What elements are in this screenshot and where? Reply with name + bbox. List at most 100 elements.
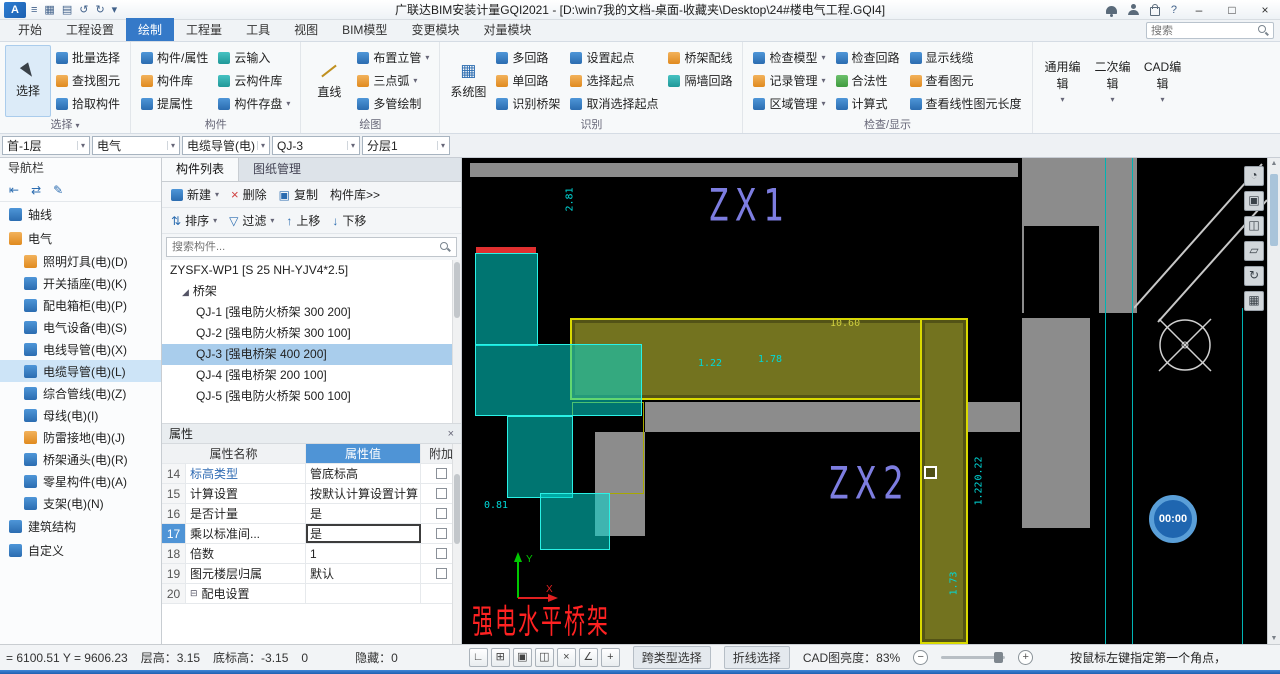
search-icon[interactable] xyxy=(1258,25,1269,36)
properties-scrollbar[interactable] xyxy=(452,444,461,644)
search-icon[interactable] xyxy=(440,241,451,253)
component-item-qj2[interactable]: QJ-2 [强电防火桥架 300 100] xyxy=(162,323,461,344)
tab-quantities[interactable]: 工程量 xyxy=(174,18,234,41)
pick-component-button[interactable]: 拾取构件 xyxy=(51,92,125,115)
scroll-down-icon[interactable]: ▼ xyxy=(1268,635,1280,642)
tray-wiring-button[interactable]: 桥架配线 xyxy=(663,46,737,69)
nav-item-electrical-equipment[interactable]: 电气设备(电)(S) xyxy=(0,316,161,338)
tab-project-settings[interactable]: 工程设置 xyxy=(54,18,126,41)
component-type-select[interactable]: 电缆导管(电) ▾ xyxy=(182,136,270,155)
tab-change-module[interactable]: 变更模块 xyxy=(399,18,471,41)
move-down-button[interactable]: ↓ 下移 xyxy=(328,210,370,231)
section-view-icon[interactable]: ◫ xyxy=(1244,216,1264,236)
rotate-view-icon[interactable]: ↻ xyxy=(1244,266,1264,286)
tab-bim-model[interactable]: BIM模型 xyxy=(330,18,399,41)
section-mode-icon[interactable]: ◫ xyxy=(534,648,554,667)
nav-item-integrated-pipeline[interactable]: 综合管线(电)(Z) xyxy=(0,382,161,404)
group-label-select[interactable]: 选择 ▾ xyxy=(0,118,130,133)
filter-button[interactable]: ▽ 过滤 ▾ xyxy=(225,210,278,231)
tab-tools[interactable]: 工具 xyxy=(234,18,282,41)
system-diagram-button[interactable]: ▦ 系统图 xyxy=(445,45,491,117)
general-edit-button[interactable]: 通用编辑 ▾ xyxy=(1038,45,1088,117)
line-button[interactable]: 直线 xyxy=(306,45,352,117)
close-icon[interactable]: × xyxy=(448,428,454,440)
ortho-mode-icon[interactable]: ∟ xyxy=(468,648,488,667)
nav-item-lighting[interactable]: 照明灯具(电)(D) xyxy=(0,250,161,272)
property-row[interactable]: 19 图元楼层归属 默认 xyxy=(162,564,461,584)
component-search-input[interactable] xyxy=(172,241,440,253)
scrollbar-thumb[interactable] xyxy=(1270,174,1278,246)
selected-element[interactable] xyxy=(475,253,538,346)
component-item-qj3[interactable]: QJ-3 [强电桥架 400 200] xyxy=(162,344,461,365)
selected-element[interactable] xyxy=(475,344,642,416)
property-row-selected[interactable]: 17 乘以标准间... 是 xyxy=(162,524,461,544)
attach-checkbox[interactable] xyxy=(435,508,447,519)
place-riser-button[interactable]: 布置立管 ▾ xyxy=(352,46,434,69)
layer-table-icon[interactable]: ▦ xyxy=(1244,291,1264,311)
point-snap-icon[interactable]: + xyxy=(600,648,620,667)
floor-select[interactable]: 首-1层 ▾ xyxy=(2,136,90,155)
nav-item-wire-conduit[interactable]: 电线导管(电)(X) xyxy=(0,338,161,360)
column-header-name[interactable]: 属性名称 xyxy=(162,444,306,463)
property-row[interactable]: 16 是否计量 是 xyxy=(162,504,461,524)
check-model-button[interactable]: 检查模型 ▾ xyxy=(748,46,830,69)
property-row[interactable]: 18 倍数 1 xyxy=(162,544,461,564)
selection-grip[interactable] xyxy=(924,466,937,479)
notification-bell-icon[interactable] xyxy=(1105,5,1117,17)
cloud-input-button[interactable]: 云输入 xyxy=(213,46,295,69)
component-search-box[interactable] xyxy=(166,237,457,257)
find-element-button[interactable]: 查找图元 xyxy=(51,69,125,92)
check-circuit-button[interactable]: 检查回路 xyxy=(831,46,905,69)
erase-mode-icon[interactable]: × xyxy=(556,648,576,667)
undo-icon[interactable]: ↺ xyxy=(79,3,88,16)
cable-tray-vertical[interactable] xyxy=(920,318,968,644)
view-cube-icon[interactable]: ▣ xyxy=(1244,191,1264,211)
tab-compare-module[interactable]: 对量模块 xyxy=(471,18,543,41)
view-linear-length-button[interactable]: 查看线性图元长度 xyxy=(905,92,1027,115)
collapse-icon[interactable]: ⊟ xyxy=(190,588,198,599)
nav-edit-icon[interactable]: ✎ xyxy=(53,183,63,197)
orbit-icon[interactable]: ◔ xyxy=(1244,166,1264,186)
polyline-select-button[interactable]: 折线选择 xyxy=(723,646,790,669)
property-row[interactable]: 14 标高类型 管底标高 xyxy=(162,464,461,484)
cancel-start-point-button[interactable]: 取消选择起点 xyxy=(565,92,663,115)
nav-item-lightning-grounding[interactable]: 防雷接地(电)(J) xyxy=(0,426,161,448)
app-logo[interactable]: A xyxy=(4,1,26,18)
select-button[interactable]: 选择 xyxy=(5,45,51,117)
qat-dropdown-icon[interactable]: ▾ xyxy=(112,3,118,16)
tab-drawing-management[interactable]: 图纸管理 xyxy=(239,158,315,181)
tab-component-list[interactable]: 构件列表 xyxy=(162,158,240,181)
multi-pipe-draw-button[interactable]: 多管绘制 xyxy=(352,92,434,115)
property-row[interactable]: 15 计算设置 按默认计算设置计算 xyxy=(162,484,461,504)
tab-start[interactable]: 开始 xyxy=(6,18,54,41)
nav-item-distribution-box[interactable]: 配电箱柜(电)(P) xyxy=(0,294,161,316)
nav-item-tray-fitting[interactable]: 桥架通头(电)(R) xyxy=(0,448,161,470)
tab-view[interactable]: 视图 xyxy=(282,18,330,41)
legality-button[interactable]: 合法性 xyxy=(831,69,905,92)
selected-element[interactable] xyxy=(507,416,573,498)
component-group-tray[interactable]: ◢ 桥架 xyxy=(162,281,461,302)
nav-item-support[interactable]: 支架(电)(N) xyxy=(0,492,161,514)
record-manage-button[interactable]: 记录管理 ▾ xyxy=(748,69,830,92)
minimize-button[interactable]: – xyxy=(1188,3,1210,17)
region-manage-button[interactable]: 区域管理 ▾ xyxy=(748,92,830,115)
three-point-arc-button[interactable]: 三点弧 ▾ xyxy=(352,69,434,92)
sort-button[interactable]: ⇅ 排序 ▾ xyxy=(167,210,221,231)
ribbon-search-box[interactable] xyxy=(1146,22,1274,39)
nav-item-switch-socket[interactable]: 开关插座(电)(K) xyxy=(0,272,161,294)
formula-button[interactable]: 计算式 xyxy=(831,92,905,115)
component-attribute-button[interactable]: 构件/属性 xyxy=(136,46,213,69)
brightness-slider-knob[interactable] xyxy=(994,652,1004,663)
nav-item-misc-component[interactable]: 零星构件(电)(A) xyxy=(0,470,161,492)
component-root-item[interactable]: ZYSFX-WP1 [S 25 NH-YJV4*2.5] xyxy=(162,260,461,281)
attach-checkbox[interactable] xyxy=(435,568,447,579)
component-select[interactable]: QJ-3 ▾ xyxy=(272,136,360,155)
selected-element[interactable] xyxy=(540,493,610,550)
nav-switch-icon[interactable]: ⇄ xyxy=(31,183,41,197)
component-item-qj1[interactable]: QJ-1 [强电防火桥架 300 200] xyxy=(162,302,461,323)
nav-item-cable-conduit[interactable]: 电缆导管(电)(L) xyxy=(0,360,161,382)
set-start-point-button[interactable]: 设置起点 xyxy=(565,46,663,69)
main-vertical-scrollbar[interactable]: ▲ ▼ xyxy=(1267,158,1280,644)
maximize-button[interactable]: □ xyxy=(1221,3,1243,17)
new-component-button[interactable]: 新建 ▾ xyxy=(167,184,223,205)
